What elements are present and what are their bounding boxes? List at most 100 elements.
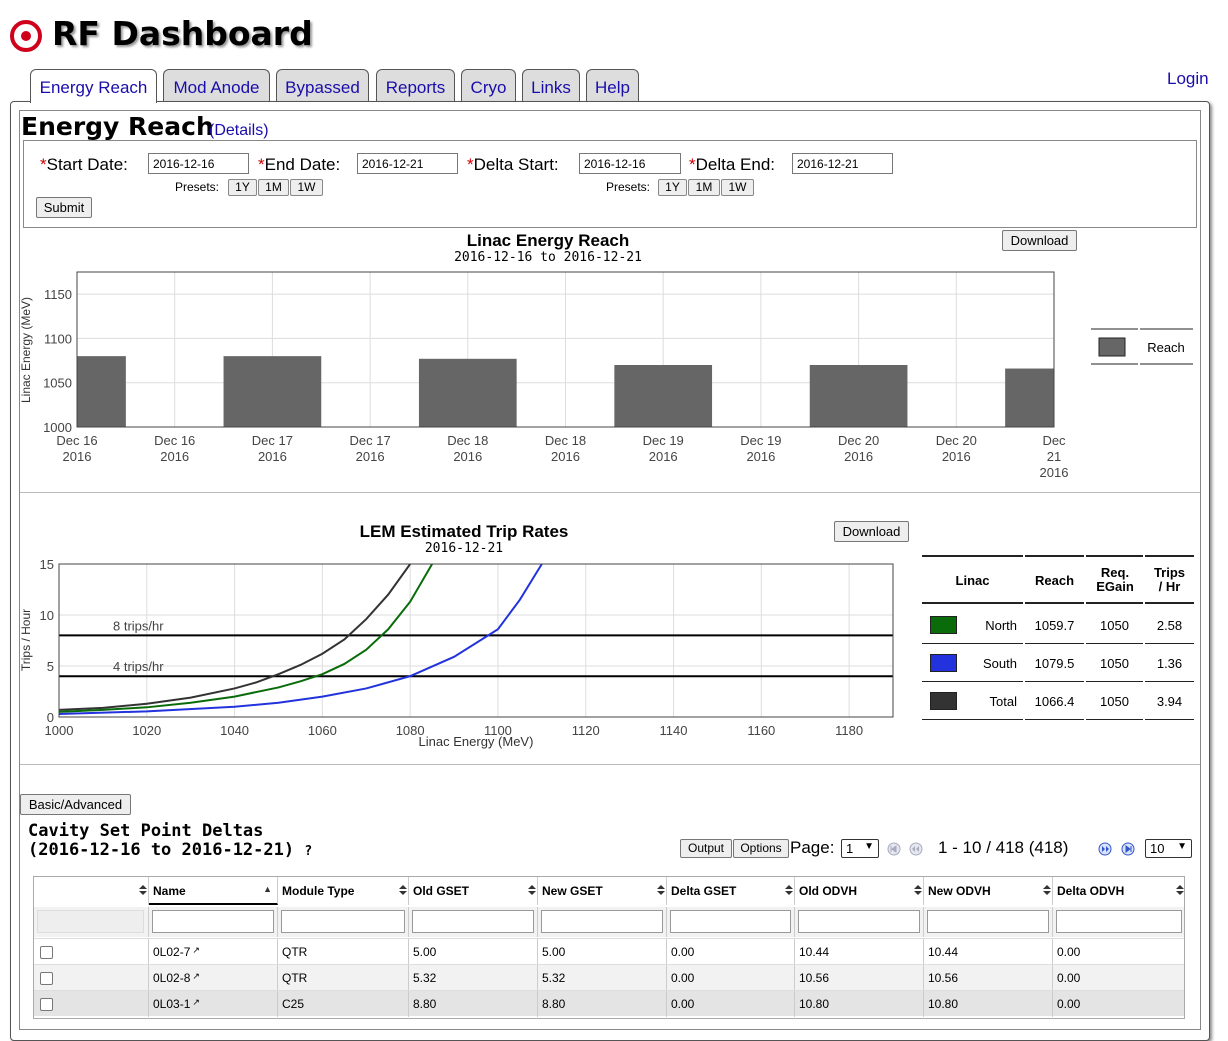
cell-value: 0L03-1 <box>153 997 191 1011</box>
column-header-new-gset[interactable]: New GSET <box>538 877 667 905</box>
row-checkbox[interactable] <box>40 972 53 985</box>
table-row[interactable]: 0L02-7 ↗ QTR 5.00 5.00 0.00 10.44 10.44 0.00 <box>34 938 1184 965</box>
cell-value: 5.00 <box>413 945 437 959</box>
table-row[interactable]: 0L03-1 ↗ C25 8.80 8.80 0.00 10.80 10.80 0.00 <box>34 990 1184 1017</box>
external-link-icon[interactable]: ↗ <box>192 945 200 955</box>
cell-name[interactable]: 0L03-1 ↗ <box>149 991 278 1017</box>
column-header-new-odvh[interactable]: New ODVH <box>924 877 1053 905</box>
column-header-label: Old ODVH <box>799 884 858 898</box>
cell-module-type: C25 <box>278 991 409 1017</box>
cell-old-odvh: 10.80 <box>795 991 924 1017</box>
filter-cell <box>278 907 409 937</box>
th-reach: Reach <box>1034 573 1075 588</box>
y-tick-label: 15 <box>40 557 54 572</box>
page-select-value: 1 <box>846 841 854 856</box>
cell-value: 0.00 <box>1057 945 1081 959</box>
table-rule <box>1145 681 1194 682</box>
reference-line-label: 8 trips/hr <box>113 618 164 633</box>
cell-value: 8.80 <box>542 997 566 1011</box>
th-linac: Linac <box>955 573 990 588</box>
table-rule <box>1025 681 1084 682</box>
column-header-module-type[interactable]: Module Type <box>278 877 409 905</box>
table-rule <box>922 719 1023 720</box>
basic-advanced-button[interactable]: Basic/Advanced <box>20 794 131 815</box>
filter-input-delta-odvh[interactable] <box>1056 910 1182 933</box>
column-header-label: Name <box>153 884 186 898</box>
cell-value: 10.44 <box>799 945 830 959</box>
cell-delta-odvh: 0.00 <box>1053 965 1184 991</box>
page-select[interactable]: 1 ▼ <box>841 839 879 858</box>
table-rule <box>1086 643 1143 644</box>
table-rule <box>922 643 1023 644</box>
table-rule <box>1086 555 1143 557</box>
cell-value: 0.00 <box>1057 971 1081 985</box>
first-page-icon[interactable] <box>887 842 901 856</box>
column-header-old-gset[interactable]: Old GSET <box>409 877 538 905</box>
column-header-label: New GSET <box>542 884 603 898</box>
output-button[interactable]: Output <box>680 839 732 858</box>
last-page-icon[interactable] <box>1121 842 1135 856</box>
external-link-icon[interactable]: ↗ <box>192 997 200 1007</box>
bar <box>1005 368 1054 427</box>
y-tick-label: 0 <box>47 710 54 725</box>
cell-reach: 1066.4 <box>1034 694 1075 709</box>
x-tick-label: Dec 16 2016 <box>56 433 97 464</box>
x-tick-label: Dec 17 2016 <box>252 433 293 464</box>
x-tick-label: 1020 <box>132 723 161 738</box>
energy-reach-chart: 1000105011001150Dec 16 2016Dec 16 2016Dec … <box>19 271 1193 480</box>
cell-value: 10.56 <box>799 971 830 985</box>
cell-name[interactable]: 0L02-8 ↗ <box>149 965 278 991</box>
select-cell <box>34 991 149 1017</box>
x-tick-label: Dec 20 2016 <box>838 433 879 464</box>
column-header-name[interactable]: Name ▲ <box>149 877 278 905</box>
cell-value: 0.00 <box>671 997 695 1011</box>
row-checkbox[interactable] <box>40 998 53 1011</box>
table-rule <box>1025 602 1084 604</box>
cell-value: 5.32 <box>542 971 566 985</box>
filter-cell <box>795 907 924 937</box>
column-header-old-odvh[interactable]: Old ODVH <box>795 877 924 905</box>
help-icon[interactable]: ? <box>304 844 312 859</box>
y-tick-label: 5 <box>47 659 54 674</box>
x-tick-label: 1040 <box>220 723 249 738</box>
column-header-delta-gset[interactable]: Delta GSET <box>667 877 795 905</box>
cavity-grid: Name ▲ Module Type Old GSET New GSET Delta GS… <box>33 876 1185 1019</box>
x-tick-label: 1060 <box>308 723 337 738</box>
cell-trips: 1.36 <box>1156 656 1183 671</box>
cell-trips: 3.94 <box>1156 694 1183 709</box>
filter-input-new-gset[interactable] <box>541 910 663 933</box>
filter-input-old-gset[interactable] <box>412 910 534 933</box>
options-button[interactable]: Options <box>733 839 789 858</box>
table-rule <box>1025 555 1084 557</box>
table-rule <box>922 681 1023 682</box>
prev-page-icon[interactable] <box>909 842 923 856</box>
table-rule <box>922 555 1023 557</box>
row-checkbox[interactable] <box>40 946 53 959</box>
y-tick-label: 1150 <box>44 287 72 302</box>
cell-value: C25 <box>282 997 305 1011</box>
th-egain: Req. EGain <box>1096 565 1134 594</box>
table-rule <box>922 602 1023 604</box>
cell-name[interactable]: 0L02-7 ↗ <box>149 939 278 965</box>
table-rule <box>1145 602 1194 604</box>
cell-new-gset: 5.00 <box>538 939 667 965</box>
per-page-select[interactable]: 10 ▼ <box>1145 839 1192 858</box>
external-link-icon[interactable]: ↗ <box>192 971 200 981</box>
tab-energy-reach[interactable]: Energy Reach <box>30 69 157 103</box>
sort-asc-icon: ▲ <box>263 884 272 894</box>
cell-value: 10.56 <box>928 971 959 985</box>
y-axis-label: Linac Energy (MeV) <box>19 297 33 403</box>
divider <box>20 764 1200 765</box>
column-header-delta-odvh[interactable]: Delta ODVH <box>1053 877 1184 905</box>
filter-input-new-odvh[interactable] <box>927 910 1049 933</box>
select-cell <box>34 965 149 991</box>
cell-old-odvh: 10.56 <box>795 965 924 991</box>
cell-old-gset: 5.32 <box>409 965 538 991</box>
filter-input-delta-gset[interactable] <box>670 910 791 933</box>
filter-input-module-type[interactable] <box>281 910 405 933</box>
column-header-select[interactable] <box>34 877 149 905</box>
table-row[interactable]: 0L02-8 ↗ QTR 5.32 5.32 0.00 10.56 10.56 0.00 <box>34 964 1184 991</box>
filter-input-old-odvh[interactable] <box>798 910 920 933</box>
next-page-icon[interactable] <box>1098 842 1112 856</box>
filter-input-name[interactable] <box>152 910 274 933</box>
